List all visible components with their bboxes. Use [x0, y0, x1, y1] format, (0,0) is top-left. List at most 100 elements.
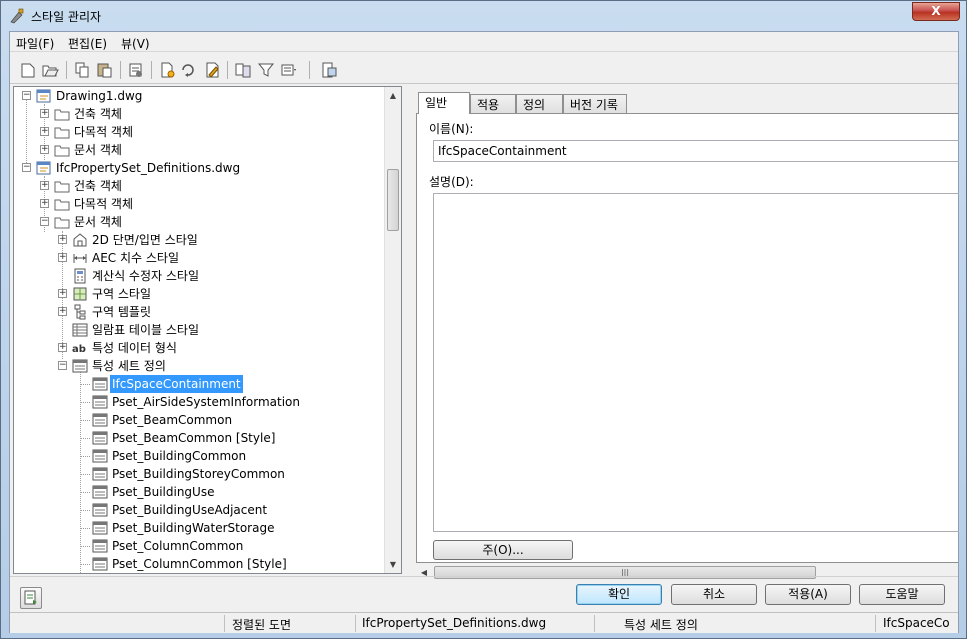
window-title: 스타일 관리자 — [31, 10, 102, 24]
tab-general[interactable]: 일반 — [418, 92, 470, 114]
toolbar-separator — [151, 61, 152, 79]
pane-splitter[interactable] — [406, 86, 410, 574]
tree-node-property-set[interactable]: Pset_AirSideSystemInformation — [14, 393, 384, 411]
calculation-modifier-icon — [74, 268, 86, 284]
tree-guide — [80, 528, 90, 529]
expand-toggle[interactable]: + — [58, 307, 67, 316]
tree-node-property-set[interactable]: Pset_BuildingWaterStorage — [14, 519, 384, 537]
tree-guide — [80, 492, 90, 493]
expand-toggle[interactable]: + — [58, 343, 67, 352]
tree-label: Pset_BuildingUseAdjacent — [112, 503, 268, 517]
expand-toggle[interactable]: + — [40, 145, 49, 154]
tree-node-property-set[interactable]: Pset_ColumnCommon — [14, 537, 384, 555]
new-drawing-icon[interactable] — [19, 61, 37, 79]
purge-icon[interactable] — [127, 61, 145, 79]
name-field[interactable]: IfcSpaceContainment — [433, 140, 959, 162]
collapse-toggle[interactable]: − — [58, 361, 67, 370]
status-style-type: 특성 세트 정의 — [624, 618, 698, 632]
svg-text:ab: ab — [72, 344, 86, 355]
tree-node-property-set[interactable]: IfcSpaceContainment — [14, 375, 384, 393]
menu-edit[interactable]: 편집(E) — [68, 35, 107, 52]
collapse-toggle[interactable]: − — [22, 163, 31, 172]
tree-node-property-set[interactable]: Pset_BuildingUse — [14, 483, 384, 501]
expand-toggle[interactable]: + — [40, 181, 49, 190]
tree-node-category[interactable]: + 건축 객체 — [14, 177, 384, 195]
tree-node-category[interactable]: + 문서 객체 — [14, 141, 384, 159]
schedule-table-icon — [72, 323, 88, 337]
tree-node-ifc-drawing[interactable]: − IfcPropertySet_Definitions.dwg — [14, 159, 384, 177]
collapse-toggle[interactable]: − — [22, 91, 31, 100]
expand-toggle[interactable]: + — [40, 199, 49, 208]
copy-icon[interactable] — [73, 61, 91, 79]
tree-node-property-set[interactable]: Pset_BeamCommon — [14, 411, 384, 429]
tree-node-property-set[interactable]: Pset_BeamCommon [Style] — [14, 429, 384, 447]
tree-node-style-type[interactable]: − 특성 세트 정의 — [14, 357, 384, 375]
edit-style-icon[interactable] — [203, 61, 221, 79]
expand-toggle[interactable]: + — [58, 235, 67, 244]
tree-guide — [80, 402, 90, 403]
expand-toggle[interactable]: + — [58, 289, 67, 298]
menu-file[interactable]: 파일(F) — [16, 35, 54, 52]
collapse-toggle[interactable]: − — [40, 217, 49, 226]
scroll-thumb[interactable] — [387, 169, 399, 231]
tree-node-category[interactable]: − 문서 객체 — [14, 213, 384, 231]
close-button[interactable]: X — [912, 2, 960, 21]
property-set-icon — [92, 413, 108, 427]
tree-node-property-set[interactable]: Pset_BuildingStoreyCommon — [14, 465, 384, 483]
view-options-icon[interactable] — [280, 61, 298, 79]
tree-node-style-type[interactable]: 계산식 수정자 스타일 — [14, 267, 384, 285]
tree-node-style-type[interactable]: + 구역 스타일 — [14, 285, 384, 303]
tree-node-style-type[interactable]: + AEC 치수 스타일 — [14, 249, 384, 267]
scroll-down-arrow[interactable]: ▼ — [385, 556, 401, 573]
status-bar: 정렬된 도면 IfcPropertySet_Definitions.dwg 특성… — [10, 612, 958, 633]
tree-node-property-set[interactable]: Pset_BuildingCommon — [14, 447, 384, 465]
new-style-icon[interactable] — [158, 61, 176, 79]
filter-icon[interactable] — [257, 61, 275, 79]
tree-node-drawing1[interactable]: − Drawing1.dwg — [14, 87, 384, 105]
status-separator — [355, 615, 356, 632]
expand-toggle[interactable]: + — [40, 127, 49, 136]
tree-vertical-scrollbar[interactable]: ▲ ▼ — [384, 87, 401, 573]
tree-node-category[interactable]: + 건축 객체 — [14, 105, 384, 123]
ok-button[interactable]: 확인 — [576, 584, 662, 605]
tab-applies-to[interactable]: 적용 — [470, 94, 516, 113]
properties-panel: 일반 적용 정의 버전 기록 이름(N): IfcSpaceContainmen… — [412, 86, 959, 581]
title-bar[interactable]: 스타일 관리자 X — [1, 1, 966, 31]
toggle-view-icon[interactable] — [234, 61, 252, 79]
tab-version-history[interactable]: 버전 기록 — [563, 94, 627, 113]
zone-style-icon — [73, 287, 87, 301]
apply-button[interactable]: 적용(A) — [765, 584, 851, 605]
expand-toggle[interactable]: + — [58, 253, 67, 262]
notes-button[interactable]: 주(O)... — [433, 540, 573, 560]
tree-node-category[interactable]: + 다목적 객체 — [14, 195, 384, 213]
tree-node-style-type[interactable]: + 2D 단면/입면 스타일 — [14, 231, 384, 249]
tree-node-property-set[interactable]: Pset_BuildingUseAdjacent — [14, 501, 384, 519]
paste-icon[interactable] — [96, 61, 114, 79]
tree-node-style-type[interactable]: + 구역 템플릿 — [14, 303, 384, 321]
tree-label: Pset_BeamCommon [Style] — [112, 431, 276, 445]
set-from-icon[interactable] — [180, 61, 198, 79]
tree-guide — [80, 474, 90, 475]
tree-node-style-type[interactable]: + ab 특성 데이터 형식 — [14, 339, 384, 357]
drawing-file-icon — [36, 161, 51, 175]
property-set-icon — [92, 521, 108, 535]
description-field[interactable] — [433, 193, 959, 532]
data-format-icon: ab — [72, 344, 86, 355]
tab-definition[interactable]: 정의 — [516, 94, 563, 113]
cancel-button[interactable]: 취소 — [671, 584, 757, 605]
tree-node-property-set[interactable]: Pset_ColumnCommon [Style] — [14, 555, 384, 573]
help-button[interactable]: 도움말 — [859, 584, 945, 605]
property-set-icon — [72, 359, 88, 373]
tree-label: 계산식 수정자 스타일 — [92, 269, 199, 283]
tree-node-style-type[interactable]: 일람표 테이블 스타일 — [14, 321, 384, 339]
expand-toggle[interactable]: + — [40, 109, 49, 118]
toggle-drawing-view-button[interactable] — [20, 587, 42, 609]
open-drawing-icon[interactable] — [41, 61, 59, 79]
tree-node-category[interactable]: + 다목적 객체 — [14, 123, 384, 141]
scroll-up-arrow[interactable]: ▲ — [385, 87, 401, 104]
property-set-icon — [92, 431, 108, 445]
inline-edit-icon[interactable] — [320, 61, 338, 79]
menu-view[interactable]: 뷰(V) — [121, 35, 150, 52]
style-tree[interactable]: − Drawing1.dwg + 건축 객체 + 다목적 객체 + 문서 객체 — [13, 86, 402, 574]
status-style-name: IfcSpaceCo — [883, 616, 950, 630]
